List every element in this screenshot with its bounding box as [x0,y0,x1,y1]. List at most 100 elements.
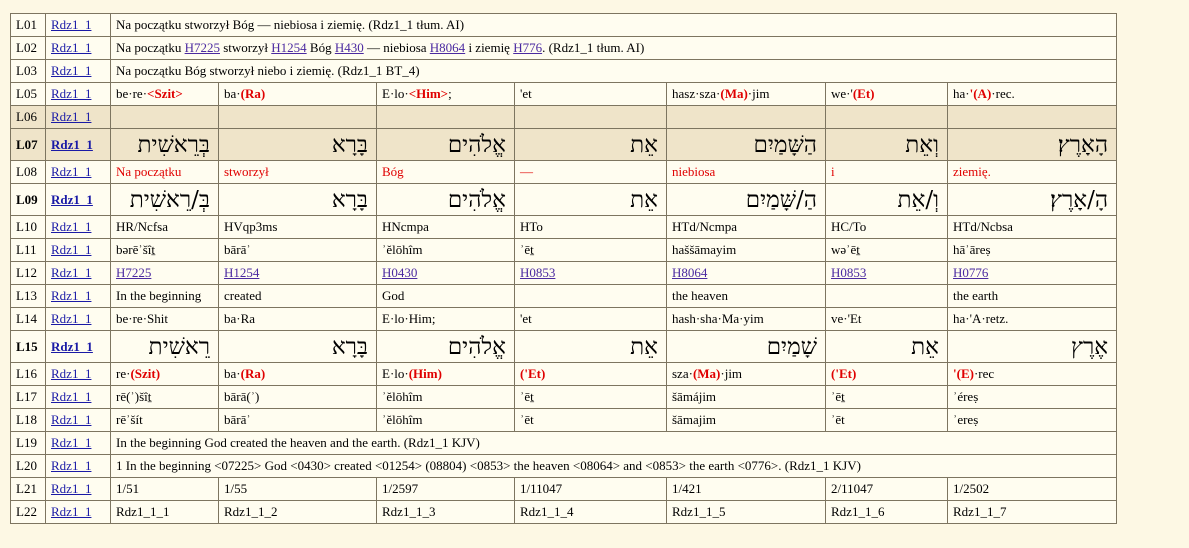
strongs-link[interactable]: H0430 [382,265,417,280]
word-cell: HVqp3ms [218,215,377,239]
ref-cell: Rdz1_1 [45,477,111,501]
verse-ref-link[interactable]: Rdz1_1 [51,435,91,450]
syllable: E·lo· [382,366,409,381]
strongs-cell: H0853 [514,261,667,285]
row-l10: L10 Rdz1_1 HR/Ncfsa HVqp3ms HNcmpa HTo HTd/Ncm… [10,215,1118,239]
line-text: In the beginning God created the heaven … [109,431,1118,455]
word-cell: ʾereṣ [946,408,1118,432]
word-cell: šāmájim [666,385,826,409]
word-cell: 1/11047 [514,477,667,501]
line-text: 1 In the beginning <07225> God <0430> cr… [109,454,1118,478]
verse-ref-link[interactable]: Rdz1_1 [51,504,91,519]
pronunciation: E·lo·(Him) [376,362,515,386]
word-cell: Rdz1_1_4 [514,500,667,524]
hebrew-word: רֵאשִׁית [110,330,219,363]
strongs-link[interactable]: H8064 [672,265,707,280]
row-l01: L01 Rdz1_1 Na początku stworzył Bóg — nieb… [10,13,1118,37]
stressed-syllable: (Ra) [240,86,266,101]
ref-cell: Rdz1_1 [45,454,111,478]
strongs-link[interactable]: H0776 [953,265,988,280]
strongs-link[interactable]: H776 [513,40,542,55]
verse-ref-link[interactable]: Rdz1_1 [51,164,91,179]
word-cell: Rdz1_1_7 [946,500,1118,524]
strongs-link[interactable]: H8064 [430,40,465,55]
strongs-link[interactable]: H1254 [271,40,306,55]
row-l15: L15 Rdz1_1 רֵאשִׁית בָּרָא אֱלֹהִים אֵת שָׁמַי… [10,330,1118,363]
word-cell: HTd/Ncbsa [946,215,1118,239]
word-cell: God [376,284,515,308]
word-cell: HNcmpa [376,215,515,239]
strongs-cell: H0853 [825,261,948,285]
verse-ref-link[interactable]: Rdz1_1 [51,366,91,381]
verse-ref-link[interactable]: Rdz1_1 [51,63,91,78]
stressed-syllable: (Et) [852,86,875,101]
strongs-link[interactable]: H430 [335,40,364,55]
stressed-syllable: <Szit> [147,86,183,101]
line-id: L18 [10,408,46,432]
hebrew-word: שָׁמַיִם [666,330,826,363]
verse-ref-link[interactable]: Rdz1_1 [51,311,91,326]
hebrew-word: הַשָּׁמַיִם [666,128,826,161]
verse-ref-link[interactable]: Rdz1_1 [51,137,93,152]
text-segment: i ziemię [465,40,514,55]
row-l06: L06 Rdz1_1 [10,105,1118,129]
syllable: be·re· [116,86,148,101]
verse-ref-link[interactable]: Rdz1_1 [51,219,91,234]
verse-ref-link[interactable]: Rdz1_1 [51,458,91,473]
row-l05: L05 Rdz1_1 be·re·<Szit> ba·(Ra) E·lo·<Him>; '… [10,82,1118,106]
line-id: L19 [10,431,46,455]
word-cell: HR/Ncfsa [110,215,219,239]
row-l12: L12 Rdz1_1 H7225 H1254 H0430 H0853 H8064 H0853 H… [10,261,1118,285]
verse-ref-link[interactable]: Rdz1_1 [51,192,93,207]
verse-ref-link[interactable]: Rdz1_1 [51,481,91,496]
word-cell: 2/11047 [825,477,948,501]
verse-ref-link[interactable]: Rdz1_1 [51,86,91,101]
verse-ref-link[interactable]: Rdz1_1 [51,242,91,257]
row-l09: L09 Rdz1_1 בְּ/רֵאשִׁית בָּרָא אֱלֹהִים אֵת הַ… [10,183,1118,216]
verse-ref-link[interactable]: Rdz1_1 [51,389,91,404]
polish-gloss: Na początku [110,160,219,184]
pronunciation: 'et [514,82,667,106]
word-cell: In the beginning [110,284,219,308]
stressed-syllable: '(E) [953,366,974,381]
verse-ref-link[interactable]: Rdz1_1 [51,40,91,55]
row-l11: L11 Rdz1_1 bərēʾšîṯ bārāʾ ʾĕlōhîm ʾēṯ haššāmay… [10,238,1118,262]
row-l17: L17 Rdz1_1 rē(ʾ)šîṯ bārā(ʾ) ʾĕlōhîm ʾēṯ šāmáji… [10,385,1118,409]
line-text-with-strongs: Na początku H7225 stworzył H1254 Bóg H43… [109,36,1118,60]
ref-cell: Rdz1_1 [45,385,111,409]
verse-ref-link[interactable]: Rdz1_1 [51,109,91,124]
line-id: L21 [10,477,46,501]
line-id: L01 [10,13,46,37]
hebrew-word: בָּרָא [218,330,377,363]
ref-cell: Rdz1_1 [45,105,111,129]
hebrew-word: בָּרָא [218,128,377,161]
syllable: E·lo· [382,86,409,101]
strongs-link[interactable]: H7225 [116,265,151,280]
strongs-link[interactable]: H1254 [224,265,259,280]
verse-ref-link[interactable]: Rdz1_1 [51,17,91,32]
word-cell: 1/51 [110,477,219,501]
word-cell: 1/2597 [376,477,515,501]
stressed-syllable: (Szit) [130,366,161,381]
ref-cell: Rdz1_1 [45,284,111,308]
line-id: L08 [10,160,46,184]
verse-ref-link[interactable]: Rdz1_1 [51,412,91,427]
verse-ref-link[interactable]: Rdz1_1 [51,339,93,354]
strongs-link[interactable]: H0853 [520,265,555,280]
line-id: L06 [10,105,46,129]
word-cell: the earth [946,284,1118,308]
stressed-syllable: '(A) [969,86,992,101]
word-cell: ʾēṯ [514,385,667,409]
empty-cell [376,105,515,129]
word-cell: be·re·Shit [110,307,219,331]
stressed-syllable: <Him> [408,86,449,101]
ref-cell: Rdz1_1 [45,238,111,262]
syllable: ; [448,86,452,101]
word-cell: rēʾšít [110,408,219,432]
line-id: L13 [10,284,46,308]
strongs-link[interactable]: H0853 [831,265,866,280]
strongs-link[interactable]: H7225 [185,40,220,55]
row-l18: L18 Rdz1_1 rēʾšít bārāʾ ʾĕlōhîm ʾēt šāmajim ʾēt… [10,408,1118,432]
verse-ref-link[interactable]: Rdz1_1 [51,265,91,280]
verse-ref-link[interactable]: Rdz1_1 [51,288,91,303]
